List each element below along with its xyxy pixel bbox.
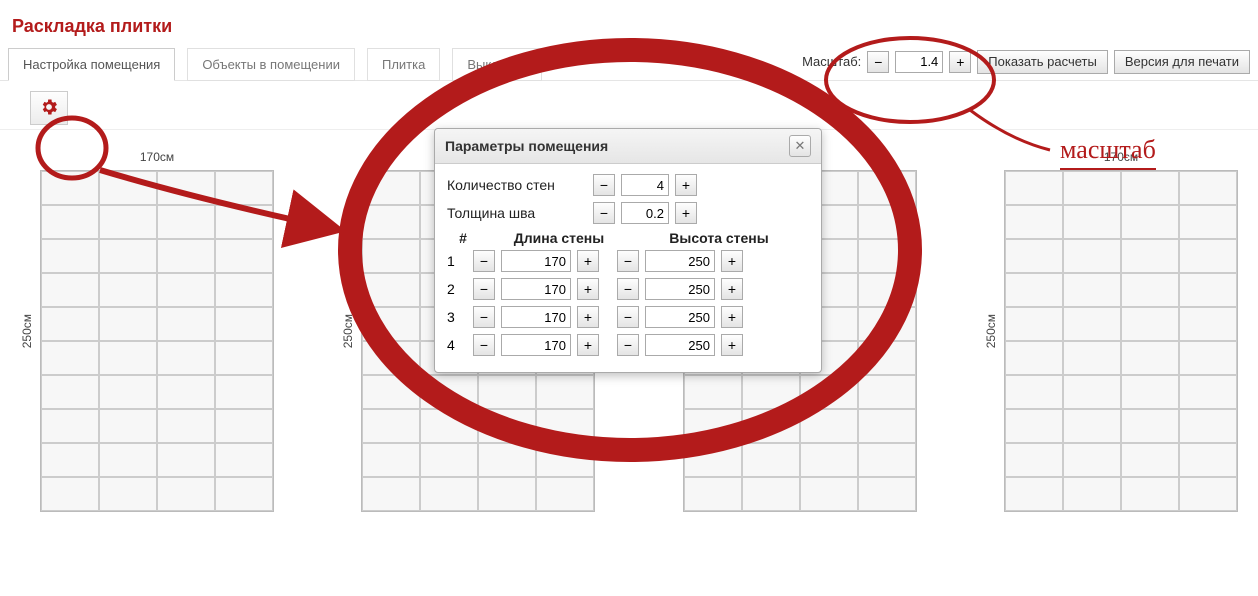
scale-minus-button[interactable]: − [867,51,889,73]
tab-layout[interactable]: Выкладка [452,48,541,81]
wall-1: 250см 170см [20,150,274,512]
wall-4: 250см 170см [984,150,1238,512]
len-minus[interactable]: − [473,334,495,356]
close-icon: ✕ [795,138,806,153]
tab-room-settings[interactable]: Настройка помещения [8,48,175,81]
len-minus[interactable]: − [473,306,495,328]
gear-icon [39,97,59,120]
scale-label: Масштаб: [802,54,861,69]
dialog-title: Параметры помещения [445,138,608,154]
scale-input[interactable] [895,51,943,73]
h-minus[interactable]: − [617,334,639,356]
toolbar-right: Масштаб: − + Показать расчеты Версия для… [802,50,1250,78]
wall-row: 2−+−+ [447,278,809,300]
len-input[interactable] [501,250,571,272]
wall-count-input[interactable] [621,174,669,196]
tile-grid[interactable] [40,170,274,512]
row-num: 2 [447,281,467,297]
h-minus[interactable]: − [617,306,639,328]
col-height: Высота стены [639,230,799,246]
h-minus[interactable]: − [617,278,639,300]
h-plus[interactable]: + [721,334,743,356]
tile-grid[interactable] [1004,170,1238,512]
len-minus[interactable]: − [473,250,495,272]
row-num: 3 [447,309,467,325]
wall-count-minus[interactable]: − [593,174,615,196]
wall-row: 3−+−+ [447,306,809,328]
wall-height-label: 250см [20,314,34,348]
wall-row: 4−+−+ [447,334,809,356]
len-plus[interactable]: + [577,278,599,300]
seam-plus[interactable]: + [675,202,697,224]
tab-tile[interactable]: Плитка [367,48,440,81]
len-plus[interactable]: + [577,306,599,328]
show-calc-button[interactable]: Показать расчеты [977,50,1108,74]
wall-row: 1−+−+ [447,250,809,272]
room-params-dialog: Параметры помещения ✕ Количество стен − … [434,128,822,373]
print-version-button[interactable]: Версия для печати [1114,50,1250,74]
scale-plus-button[interactable]: + [949,51,971,73]
h-plus[interactable]: + [721,250,743,272]
seam-input[interactable] [621,202,669,224]
wall-count-label: Количество стен [447,177,587,193]
toolbar: Настройка помещения Объекты в помещении … [0,47,1258,81]
len-input[interactable] [501,278,571,300]
annotation-scale-text: масштаб [1060,135,1156,170]
tab-objects[interactable]: Объекты в помещении [187,48,355,81]
len-input[interactable] [501,306,571,328]
len-plus[interactable]: + [577,250,599,272]
h-input[interactable] [645,250,715,272]
col-num: # [447,230,479,246]
h-minus[interactable]: − [617,250,639,272]
seam-minus[interactable]: − [593,202,615,224]
h-plus[interactable]: + [721,278,743,300]
dialog-close-button[interactable]: ✕ [789,135,811,157]
wall-width-label: 170см [140,150,174,164]
wall-count-plus[interactable]: + [675,174,697,196]
seam-label: Толщина шва [447,205,587,221]
wall-height-label: 250см [984,314,998,348]
dialog-body: Количество стен − + Толщина шва − + # Дл… [435,164,821,372]
wall-height-label: 250см [341,314,355,348]
settings-row [0,81,1258,130]
h-input[interactable] [645,334,715,356]
dialog-header[interactable]: Параметры помещения ✕ [435,129,821,164]
h-plus[interactable]: + [721,306,743,328]
row-num: 4 [447,337,467,353]
len-plus[interactable]: + [577,334,599,356]
h-input[interactable] [645,278,715,300]
tabs: Настройка помещения Объекты в помещении … [8,47,542,80]
room-settings-button[interactable] [30,91,68,125]
row-num: 1 [447,253,467,269]
len-input[interactable] [501,334,571,356]
page-title: Раскладка плитки [0,0,1258,47]
col-length: Длина стены [479,230,639,246]
len-minus[interactable]: − [473,278,495,300]
h-input[interactable] [645,306,715,328]
